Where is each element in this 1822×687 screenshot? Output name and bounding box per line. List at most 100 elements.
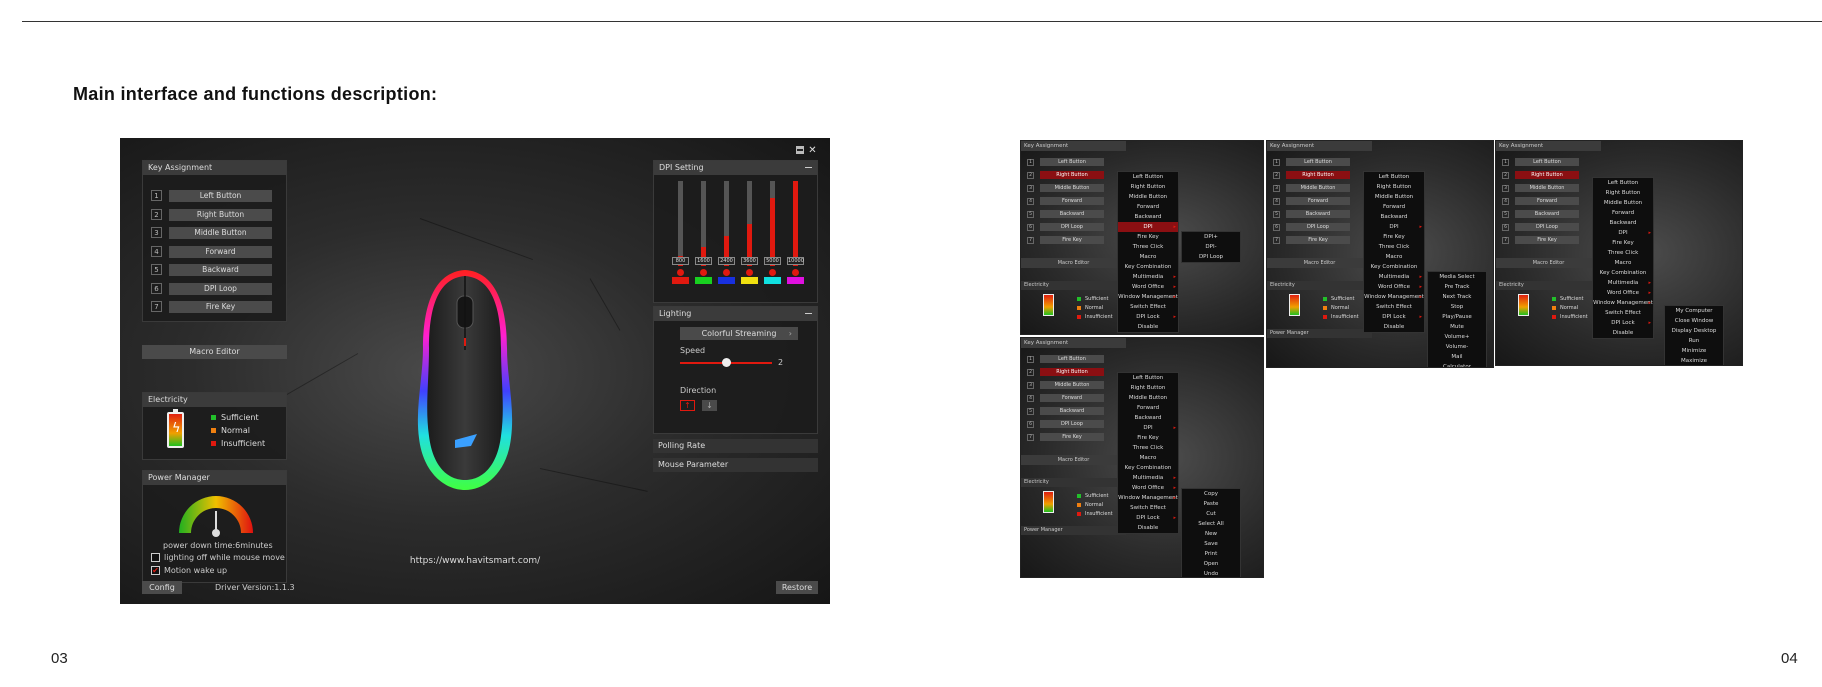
key-function-menu[interactable]: Left Button Right Button Middle Button Forw… <box>1117 171 1179 333</box>
key-row[interactable]: 5 Backward <box>1027 407 1104 415</box>
key-row[interactable]: 1 Left Button <box>1027 355 1104 363</box>
key-button[interactable]: Forward <box>1040 197 1104 205</box>
submenu-item[interactable]: Play/Pause <box>1428 312 1486 322</box>
submenu-item[interactable]: Mute <box>1428 322 1486 332</box>
submenu-item[interactable]: Open <box>1182 559 1240 569</box>
submenu-item[interactable]: Display Desktop <box>1665 326 1723 336</box>
menu-item[interactable]: Word Office ▸ <box>1118 483 1178 493</box>
key-button[interactable]: Forward <box>1515 197 1579 205</box>
menu-item[interactable]: Backward <box>1118 212 1178 222</box>
mouse-parameter-section[interactable]: Mouse Parameter <box>653 458 818 472</box>
menu-item[interactable]: Three Click <box>1364 242 1424 252</box>
key-row[interactable]: 5 Backward <box>1027 210 1104 218</box>
menu-item[interactable]: Middle Button <box>1118 192 1178 202</box>
menu-item[interactable]: Disable <box>1118 322 1178 332</box>
key-row[interactable]: 2 Right Button <box>1502 171 1579 179</box>
menu-item[interactable]: DPI ▸ <box>1593 228 1653 238</box>
dpi-slider-track[interactable] <box>724 181 729 266</box>
polling-rate-section[interactable]: Polling Rate <box>653 439 818 453</box>
key-row[interactable]: 7 Fire Key <box>1027 236 1104 244</box>
menu-item[interactable]: Key Combination <box>1364 262 1424 272</box>
menu-item[interactable]: Word Office ▸ <box>1364 282 1424 292</box>
key-row[interactable]: 7 Fire Key <box>1273 236 1350 244</box>
dpi-select-dot[interactable] <box>746 269 753 276</box>
submenu-item[interactable]: Media Select <box>1428 272 1486 282</box>
menu-item[interactable]: Left Button <box>1364 172 1424 182</box>
dpi-select-dot[interactable] <box>769 269 776 276</box>
key-row[interactable]: 4 Forward <box>1273 197 1350 205</box>
key-button[interactable]: Right Button <box>1515 171 1579 179</box>
key-button[interactable]: Middle Button <box>1515 184 1579 192</box>
key-row-3[interactable]: 3 Middle Button <box>151 226 272 239</box>
dpi-color-swatch[interactable] <box>741 277 758 284</box>
submenu-item[interactable]: Maximize <box>1665 356 1723 365</box>
menu-item[interactable]: Backward <box>1118 413 1178 423</box>
key-row[interactable]: 2 Right Button <box>1027 368 1104 376</box>
menu-item[interactable]: Macro <box>1364 252 1424 262</box>
menu-item[interactable]: Multimedia ▸ <box>1593 278 1653 288</box>
menu-item[interactable]: Multimedia ▸ <box>1118 272 1178 282</box>
menu-item[interactable]: Backward <box>1364 212 1424 222</box>
key-button[interactable]: Backward <box>1286 210 1350 218</box>
key-row[interactable]: 7 Fire Key <box>1502 236 1579 244</box>
menu-item[interactable]: Switch Effect <box>1118 302 1178 312</box>
key-button[interactable]: DPI Loop <box>169 282 272 295</box>
menu-item[interactable]: Right Button <box>1364 182 1424 192</box>
submenu-item[interactable]: Select All <box>1182 519 1240 529</box>
key-row[interactable]: 3 Middle Button <box>1027 184 1104 192</box>
submenu-item[interactable]: New <box>1182 529 1240 539</box>
key-row[interactable]: 1 Left Button <box>1502 158 1579 166</box>
menu-item[interactable]: Forward <box>1593 208 1653 218</box>
menu-item[interactable]: Window Management ▸ <box>1118 493 1178 503</box>
key-row[interactable]: 6 DPI Loop <box>1273 223 1350 231</box>
key-button[interactable]: Right Button <box>1040 171 1104 179</box>
key-button[interactable]: Middle Button <box>1040 184 1104 192</box>
dpi-color-swatch[interactable] <box>718 277 735 284</box>
submenu-item[interactable]: Mail <box>1428 352 1486 362</box>
key-button[interactable]: Left Button <box>1515 158 1579 166</box>
submenu-item[interactable]: Minimize <box>1665 346 1723 356</box>
dpi-color-swatch[interactable] <box>695 277 712 284</box>
close-icon[interactable]: ✕ <box>808 146 817 156</box>
key-row[interactable]: 3 Middle Button <box>1502 184 1579 192</box>
dpi-slider-track[interactable] <box>770 181 775 266</box>
power-gauge[interactable] <box>173 487 259 539</box>
menu-item[interactable]: Fire Key <box>1364 232 1424 242</box>
submenu-item[interactable]: Close Window <box>1665 316 1723 326</box>
key-row[interactable]: 5 Backward <box>1273 210 1350 218</box>
key-row-7[interactable]: 7 Fire Key <box>151 300 272 313</box>
dpi-color-swatch[interactable] <box>787 277 804 284</box>
website-url[interactable]: https://www.havitsmart.com/ <box>120 556 830 566</box>
lighting-mode-select[interactable]: Colorful Streaming › <box>680 327 798 340</box>
dpi-value[interactable]: 2400 <box>718 257 735 265</box>
menu-item[interactable]: Key Combination <box>1593 268 1653 278</box>
dpi-value[interactable]: 3600 <box>741 257 758 265</box>
menu-item[interactable]: Middle Button <box>1118 393 1178 403</box>
menu-item[interactable]: DPI Lock ▸ <box>1364 312 1424 322</box>
dpi-select-dot[interactable] <box>677 269 684 276</box>
key-button[interactable]: Backward <box>1515 210 1579 218</box>
key-button[interactable]: Backward <box>1040 210 1104 218</box>
menu-item[interactable]: Three Click <box>1118 242 1178 252</box>
menu-item[interactable]: Window Management ▸ <box>1118 292 1178 302</box>
submenu-item[interactable]: DPI+ <box>1182 232 1240 242</box>
menu-item[interactable]: Key Combination <box>1118 463 1178 473</box>
key-button[interactable]: Forward <box>169 245 272 258</box>
dpi-slider-track[interactable] <box>747 181 752 266</box>
menu-item[interactable]: Macro <box>1118 453 1178 463</box>
menu-item[interactable]: DPI Lock ▸ <box>1118 312 1178 322</box>
key-button[interactable]: Fire Key <box>169 300 272 313</box>
submenu-item[interactable]: Paste <box>1182 499 1240 509</box>
menu-item[interactable]: Disable <box>1593 328 1653 338</box>
key-row-5[interactable]: 5 Backward <box>151 263 272 276</box>
macro-editor-button[interactable]: Macro Editor <box>1021 258 1126 268</box>
macro-editor-button[interactable]: Macro Editor <box>1021 455 1126 465</box>
macro-editor-button[interactable]: Macro Editor <box>142 345 287 359</box>
menu-item[interactable]: DPI ▸ <box>1118 423 1178 433</box>
key-function-menu[interactable]: Left Button Right Button Middle Button Forw… <box>1592 177 1654 339</box>
submenu-item[interactable]: Volume- <box>1428 342 1486 352</box>
menu-item[interactable]: Fire Key <box>1118 433 1178 443</box>
key-row-2[interactable]: 2 Right Button <box>151 208 272 221</box>
submenu-item[interactable]: Volume+ <box>1428 332 1486 342</box>
menu-item[interactable]: Middle Button <box>1593 198 1653 208</box>
